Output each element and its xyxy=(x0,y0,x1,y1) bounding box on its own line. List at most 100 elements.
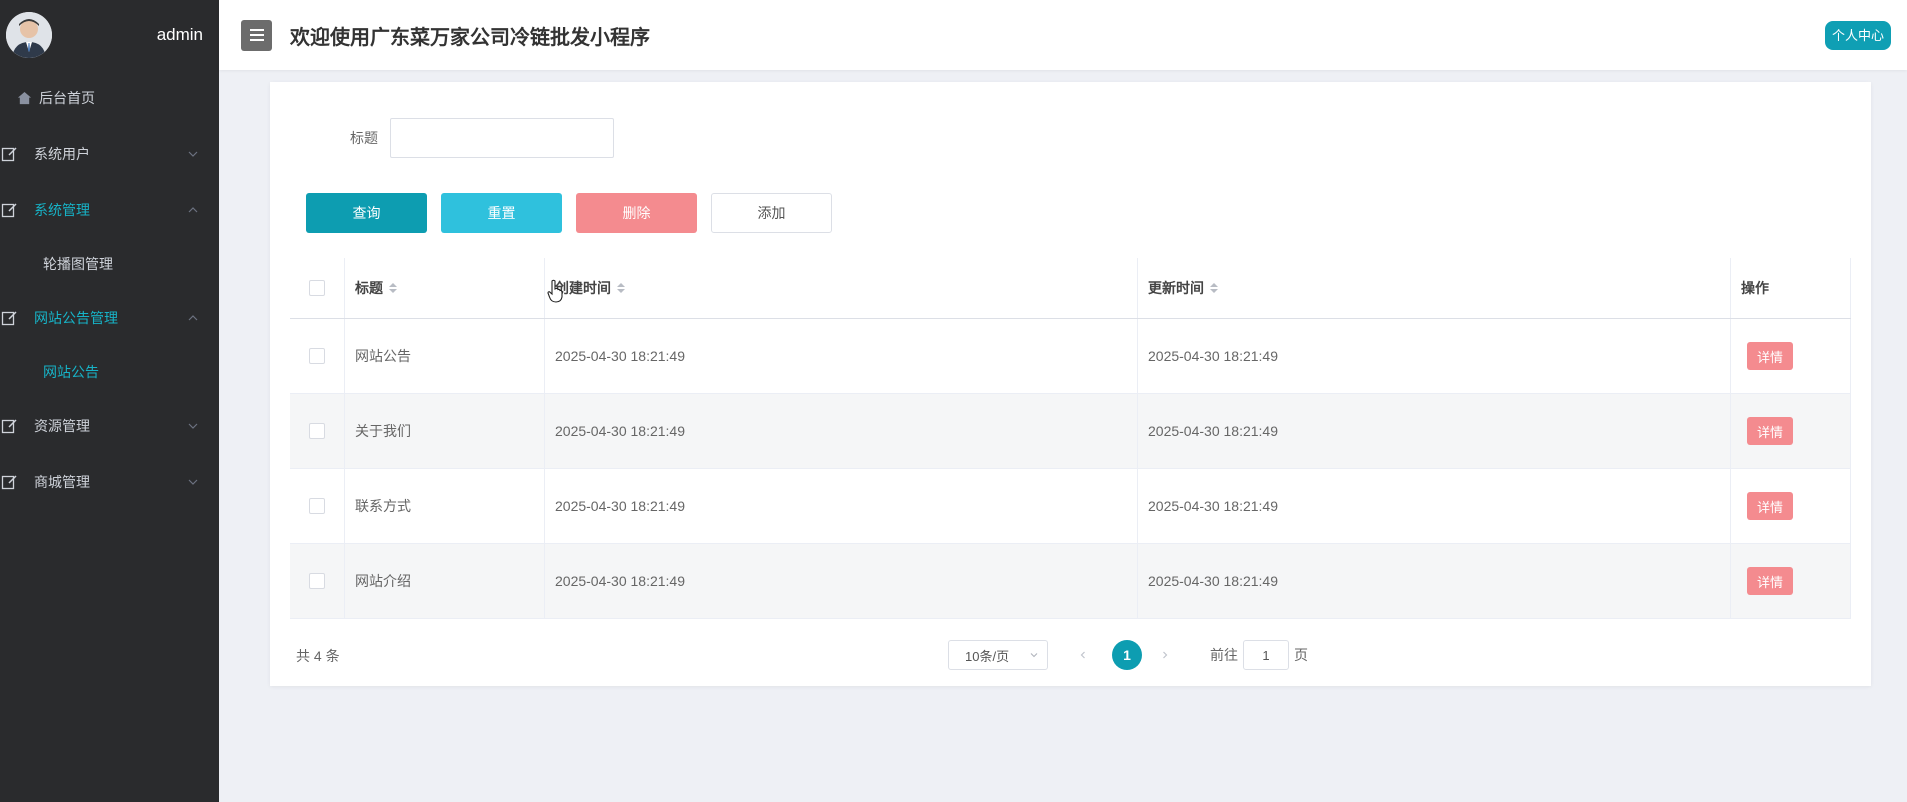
table-row: 网站公告 2025-04-30 18:21:49 2025-04-30 18:2… xyxy=(290,319,1851,394)
row-checkbox[interactable] xyxy=(309,498,325,514)
sidebar-item-label: 商城管理 xyxy=(34,474,90,490)
home-icon xyxy=(15,89,33,107)
hamburger-icon xyxy=(249,29,264,41)
sidebar-item-label: 系统管理 xyxy=(34,202,90,218)
title-search-input[interactable] xyxy=(390,118,614,158)
edit-icon xyxy=(0,417,18,435)
chevron-up-icon xyxy=(188,207,198,213)
cell-actions: 详情 xyxy=(1731,319,1851,393)
user-center-button[interactable]: 个人中心 xyxy=(1824,21,1891,50)
sidebar-item-label: 资源管理 xyxy=(34,418,90,434)
sidebar-item-announcement-management[interactable]: 网站公告管理 xyxy=(0,290,219,346)
pagination: 10条/页 1 前往 页 xyxy=(948,637,1308,673)
row-checkbox-cell xyxy=(290,319,345,393)
cell-title: 联系方式 xyxy=(345,469,545,543)
sort-icon[interactable] xyxy=(389,283,397,293)
page-title: 欢迎使用广东菜万家公司冷链批发小程序 xyxy=(290,26,650,49)
search-label: 标题 xyxy=(350,130,378,146)
cell-created: 2025-04-30 18:21:49 xyxy=(545,544,1138,618)
sidebar: admin 后台首页 系统用户 系统管理 轮播图管理 网站公告管理 网站公告 资… xyxy=(0,0,219,802)
detail-button[interactable]: 详情 xyxy=(1747,567,1794,595)
chevron-down-icon xyxy=(188,151,198,157)
column-header-created[interactable]: 创建时间 xyxy=(545,258,1138,318)
sidebar-subitem-carousel[interactable]: 轮播图管理 xyxy=(0,238,219,290)
goto-label: 前往 xyxy=(1210,647,1238,663)
sidebar-subitem-label: 网站公告 xyxy=(43,364,99,380)
avatar[interactable] xyxy=(6,12,52,58)
page-size-value: 10条/页 xyxy=(965,648,1010,664)
sidebar-item-label: 后台首页 xyxy=(39,90,95,106)
page-size-select[interactable]: 10条/页 xyxy=(948,640,1048,670)
row-checkbox[interactable] xyxy=(309,573,325,589)
sidebar-subitem-label: 轮播图管理 xyxy=(43,256,113,272)
table-row: 网站介绍 2025-04-30 18:21:49 2025-04-30 18:2… xyxy=(290,544,1851,619)
goto-page-input[interactable] xyxy=(1243,640,1289,670)
detail-button[interactable]: 详情 xyxy=(1747,417,1794,445)
goto-suffix: 页 xyxy=(1294,647,1308,663)
cell-created: 2025-04-30 18:21:49 xyxy=(545,319,1138,393)
row-checkbox-cell xyxy=(290,544,345,618)
announcement-table: 标题 创建时间 更新时间 操作 网站公告 2025-04-30 18:21:49… xyxy=(290,258,1851,619)
select-all-checkbox[interactable] xyxy=(309,280,325,296)
cell-actions: 详情 xyxy=(1731,394,1851,468)
cell-created: 2025-04-30 18:21:49 xyxy=(545,469,1138,543)
row-checkbox[interactable] xyxy=(309,348,325,364)
edit-icon xyxy=(0,309,18,327)
chevron-down-icon xyxy=(188,423,198,429)
prev-page-button[interactable] xyxy=(1070,640,1096,670)
edit-icon xyxy=(0,473,18,491)
table-row: 关于我们 2025-04-30 18:21:49 2025-04-30 18:2… xyxy=(290,394,1851,469)
column-header-title[interactable]: 标题 xyxy=(345,258,545,318)
sidebar-item-system-management[interactable]: 系统管理 xyxy=(0,182,219,238)
cell-title: 网站公告 xyxy=(345,319,545,393)
chevron-left-icon xyxy=(1080,651,1085,659)
column-header-actions: 操作 xyxy=(1731,258,1851,318)
admin-name: admin xyxy=(156,25,203,44)
search-row: 标题 xyxy=(350,118,614,158)
sort-icon[interactable] xyxy=(617,283,625,293)
cell-title: 网站介绍 xyxy=(345,544,545,618)
chevron-up-icon xyxy=(188,315,198,321)
cell-updated: 2025-04-30 18:21:49 xyxy=(1138,544,1731,618)
column-header-label: 标题 xyxy=(355,280,383,296)
table-row: 联系方式 2025-04-30 18:21:49 2025-04-30 18:2… xyxy=(290,469,1851,544)
add-button[interactable]: 添加 xyxy=(711,193,832,233)
detail-button[interactable]: 详情 xyxy=(1747,342,1794,370)
next-page-button[interactable] xyxy=(1152,640,1178,670)
delete-button[interactable]: 删除 xyxy=(576,193,697,233)
content-card: 标题 查询 重置 删除 添加 标题 创建时间 更新时间 操作 网站公告 2025… xyxy=(270,82,1871,686)
table-header-row: 标题 创建时间 更新时间 操作 xyxy=(290,258,1851,319)
chevron-down-icon xyxy=(1030,653,1038,658)
chevron-down-icon xyxy=(188,479,198,485)
sidebar-item-home[interactable]: 后台首页 xyxy=(0,70,219,126)
row-checkbox-cell xyxy=(290,469,345,543)
total-count: 共 4 条 xyxy=(296,648,340,664)
sidebar-item-mall-management[interactable]: 商城管理 xyxy=(0,454,219,510)
sidebar-item-label: 网站公告管理 xyxy=(34,310,118,326)
column-header-updated[interactable]: 更新时间 xyxy=(1138,258,1731,318)
hand-cursor-icon xyxy=(547,279,563,303)
cell-created: 2025-04-30 18:21:49 xyxy=(545,394,1138,468)
page-number-current[interactable]: 1 xyxy=(1112,640,1142,670)
cell-actions: 详情 xyxy=(1731,469,1851,543)
column-header-label: 操作 xyxy=(1741,280,1769,296)
sidebar-header: admin xyxy=(0,0,219,70)
sort-icon[interactable] xyxy=(1210,283,1218,293)
sidebar-item-resource-management[interactable]: 资源管理 xyxy=(0,398,219,454)
pagination-bar: 共 4 条 10条/页 1 前往 页 xyxy=(296,637,1851,673)
menu-toggle-button[interactable] xyxy=(241,19,272,51)
reset-button[interactable]: 重置 xyxy=(441,193,562,233)
query-button[interactable]: 查询 xyxy=(306,193,427,233)
edit-icon xyxy=(0,145,18,163)
cell-actions: 详情 xyxy=(1731,544,1851,618)
cell-updated: 2025-04-30 18:21:49 xyxy=(1138,319,1731,393)
detail-button[interactable]: 详情 xyxy=(1747,492,1794,520)
sidebar-subitem-announcement[interactable]: 网站公告 xyxy=(0,346,219,398)
row-checkbox-cell xyxy=(290,394,345,468)
top-header: 欢迎使用广东菜万家公司冷链批发小程序 个人中心 xyxy=(219,0,1907,70)
cell-updated: 2025-04-30 18:21:49 xyxy=(1138,394,1731,468)
sidebar-item-system-users[interactable]: 系统用户 xyxy=(0,126,219,182)
row-checkbox[interactable] xyxy=(309,423,325,439)
cell-updated: 2025-04-30 18:21:49 xyxy=(1138,469,1731,543)
sidebar-item-label: 系统用户 xyxy=(34,146,90,162)
